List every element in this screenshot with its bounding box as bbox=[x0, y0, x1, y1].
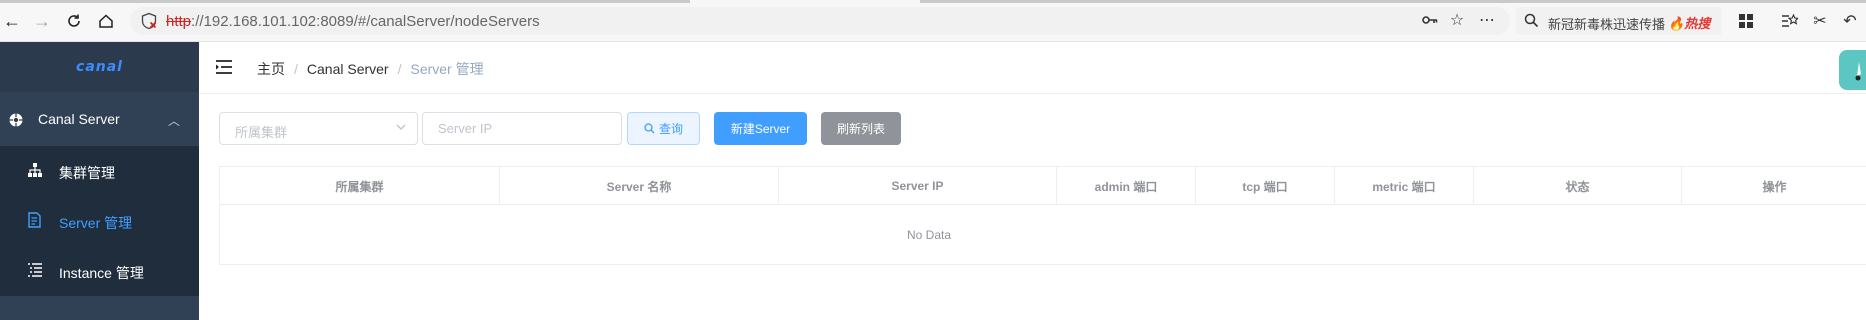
favorites-list-icon[interactable] bbox=[1779, 10, 1801, 32]
sidebar-item-cluster[interactable]: 集群管理 bbox=[0, 146, 199, 196]
column-header-cluster[interactable]: 所属集群 bbox=[220, 167, 500, 205]
server-group-icon bbox=[9, 113, 23, 127]
undo-icon[interactable]: ↶ bbox=[1839, 10, 1861, 32]
server-icon bbox=[28, 212, 41, 228]
more-icon[interactable]: ⋯ bbox=[1477, 10, 1497, 30]
column-header-server-name[interactable]: Server 名称 bbox=[500, 167, 779, 205]
tab-strip-edge bbox=[0, 0, 690, 3]
search-suggestion: 新冠新毒株迅速传播 bbox=[1548, 17, 1666, 32]
new-server-button[interactable]: 新建Server bbox=[714, 112, 807, 145]
breadcrumb-current: Server 管理 bbox=[410, 61, 484, 77]
sidebar-item-label: Server 管理 bbox=[59, 215, 133, 231]
column-header-actions[interactable]: 操作 bbox=[1682, 167, 1866, 205]
star-icon[interactable]: ☆ bbox=[1447, 10, 1467, 30]
forward-icon[interactable]: → bbox=[30, 9, 54, 33]
search-icon bbox=[644, 123, 655, 134]
sidebar-bottom bbox=[0, 296, 199, 320]
reload-icon[interactable] bbox=[62, 9, 86, 33]
column-header-status[interactable]: 状态 bbox=[1474, 167, 1682, 205]
query-button[interactable]: 查询 bbox=[627, 112, 700, 145]
key-icon[interactable] bbox=[1420, 10, 1440, 30]
url-scheme: http bbox=[166, 13, 192, 30]
search-icon bbox=[1524, 13, 1539, 28]
menu-group-label: Canal Server bbox=[38, 111, 120, 127]
url-text: http://192.168.101.102:8089/#/canalServe… bbox=[166, 13, 540, 30]
avatar[interactable] bbox=[1839, 50, 1866, 90]
column-header-admin-port[interactable]: admin 端口 bbox=[1057, 167, 1196, 205]
list-icon bbox=[28, 263, 42, 277]
sidebar-item-label: Instance 管理 bbox=[59, 265, 144, 281]
sidebar-item-label: 集群管理 bbox=[59, 165, 115, 181]
url-host: ://192.168.101.102 bbox=[191, 13, 317, 30]
sidebar-item-instance[interactable]: Instance 管理 bbox=[0, 246, 199, 296]
breadcrumb-separator: / bbox=[397, 61, 402, 77]
home-icon[interactable] bbox=[94, 9, 118, 33]
hot-badge: 🔥热搜 bbox=[1668, 16, 1711, 31]
column-header-server-ip[interactable]: Server IP bbox=[779, 167, 1057, 205]
scissors-icon[interactable]: ✂ bbox=[1809, 10, 1831, 32]
insecure-shield-icon[interactable] bbox=[140, 12, 158, 30]
page-header: 主页 / Canal Server / Server 管理 bbox=[199, 42, 1866, 94]
query-button-label: 查询 bbox=[658, 122, 683, 136]
back-icon[interactable]: ← bbox=[0, 9, 24, 33]
apps-grid-icon[interactable] bbox=[1735, 10, 1757, 32]
sidebar: canal Canal Server ︿ 集群管理 Server 管理 Inst… bbox=[0, 42, 199, 320]
server-ip-input[interactable] bbox=[422, 112, 622, 145]
browser-search-box[interactable]: 新冠新毒株迅速传播 🔥热搜 bbox=[1516, 7, 1722, 35]
sidebar-item-server[interactable]: Server 管理 bbox=[0, 196, 199, 246]
avatar-image bbox=[1855, 62, 1861, 81]
refresh-list-button[interactable]: 刷新列表 bbox=[821, 112, 901, 145]
url-path: :8089/#/canalServer/nodeServers bbox=[316, 13, 540, 30]
chevron-down-icon bbox=[395, 121, 407, 136]
logo-text: canal bbox=[76, 59, 123, 75]
browser-toolbar: ← → http://192.168.101.102:8089/#/canalS… bbox=[0, 0, 1866, 42]
chevron-up-icon: ︿ bbox=[168, 114, 181, 128]
breadcrumb-home[interactable]: 主页 bbox=[257, 61, 285, 77]
cluster-select[interactable]: 所属集群 bbox=[219, 112, 418, 145]
table-empty-text: No Data bbox=[906, 228, 952, 242]
hamburger-icon[interactable] bbox=[215, 59, 233, 75]
cluster-icon bbox=[28, 163, 42, 177]
server-table: 所属集群 Server 名称 Server IP admin 端口 tcp 端口… bbox=[219, 166, 1866, 265]
logo[interactable]: canal bbox=[0, 42, 199, 92]
address-bar[interactable]: http://192.168.101.102:8089/#/canalServe… bbox=[130, 7, 1510, 35]
submenu: 集群管理 Server 管理 Instance 管理 bbox=[0, 146, 199, 296]
menu-group-canal-server[interactable]: Canal Server ︿ bbox=[0, 92, 199, 146]
column-header-metric-port[interactable]: metric 端口 bbox=[1335, 167, 1474, 205]
hot-label: 热搜 bbox=[1684, 16, 1711, 31]
breadcrumb-separator: / bbox=[294, 61, 298, 77]
breadcrumb: 主页 / Canal Server / Server 管理 bbox=[257, 59, 484, 79]
cluster-select-placeholder: 所属集群 bbox=[235, 125, 288, 140]
column-header-tcp-port[interactable]: tcp 端口 bbox=[1196, 167, 1335, 205]
tab-strip-edge bbox=[920, 0, 1866, 3]
breadcrumb-canal-server[interactable]: Canal Server bbox=[307, 61, 389, 77]
table-header: 所属集群 Server 名称 Server IP admin 端口 tcp 端口… bbox=[220, 167, 1866, 205]
